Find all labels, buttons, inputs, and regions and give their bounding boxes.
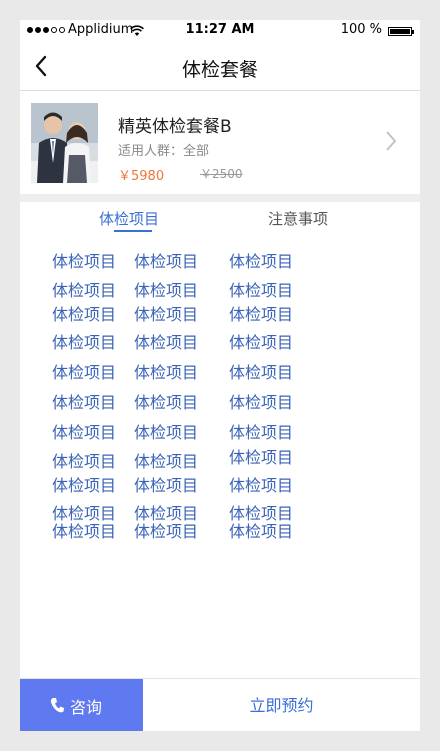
checkup-item: 体检项目 bbox=[229, 281, 294, 300]
chevron-right-icon bbox=[386, 131, 397, 151]
checkup-item: 体检项目 bbox=[52, 393, 117, 412]
checkup-item: 体检项目 bbox=[134, 452, 199, 471]
battery-percentage: 100 % bbox=[340, 22, 382, 37]
product-photo bbox=[31, 103, 98, 183]
checkup-item: 体检项目 bbox=[52, 452, 117, 471]
checkup-item: 体检项目 bbox=[134, 476, 199, 495]
checkup-item: 体检项目 bbox=[134, 522, 199, 541]
applicable-group: 适用人群：全部 bbox=[118, 144, 210, 159]
original-price: ￥2500 bbox=[200, 167, 243, 181]
checkup-item: 体检项目 bbox=[229, 423, 294, 442]
checkup-item: 体检项目 bbox=[134, 393, 199, 412]
phone-screen: Applidium 11:27 AM 100 % 体检套餐 精英体检套餐B 适用… bbox=[20, 20, 420, 731]
checkup-item: 体检项目 bbox=[52, 252, 117, 271]
status-bar: Applidium 11:27 AM 100 % bbox=[20, 20, 420, 42]
checkup-item: 体检项目 bbox=[134, 423, 199, 442]
checkup-item: 体检项目 bbox=[134, 281, 199, 300]
current-price: ￥5980 bbox=[118, 169, 165, 184]
checkup-item: 体检项目 bbox=[229, 476, 294, 495]
checkup-item: 体检项目 bbox=[52, 522, 117, 541]
checkup-item: 体检项目 bbox=[229, 363, 294, 382]
checkup-item: 体检项目 bbox=[52, 476, 117, 495]
tab-checkup-items[interactable]: 体检项目 bbox=[99, 208, 159, 229]
checkup-item: 体检项目 bbox=[134, 305, 199, 324]
book-now-button[interactable]: 立即预约 bbox=[143, 679, 420, 731]
bottom-action-bar: 咨询 立即预约 bbox=[20, 678, 420, 731]
product-name: 精英体检套餐B bbox=[118, 117, 232, 137]
checkup-item: 体检项目 bbox=[52, 423, 117, 442]
phone-icon bbox=[50, 698, 64, 713]
checkup-item: 体检项目 bbox=[229, 333, 294, 352]
checkup-item: 体检项目 bbox=[229, 448, 294, 467]
consult-label: 咨询 bbox=[70, 698, 103, 717]
checkup-item: 体检项目 bbox=[229, 393, 294, 412]
tab-bar: 体检项目 注意事项 bbox=[20, 202, 420, 242]
checkup-item: 体检项目 bbox=[52, 281, 117, 300]
battery-icon bbox=[388, 27, 414, 36]
checkup-item: 体检项目 bbox=[134, 333, 199, 352]
checkup-item-list: 体检项目 体检项目 体检项目 体检项目 体检项目 体检项目 体检项目 体检项目 … bbox=[20, 242, 420, 678]
consult-button[interactable]: 咨询 bbox=[20, 679, 143, 731]
checkup-item: 体检项目 bbox=[52, 363, 117, 382]
section-divider bbox=[20, 194, 420, 202]
navigation-bar: 体检套餐 bbox=[20, 42, 420, 91]
checkup-item: 体检项目 bbox=[229, 305, 294, 324]
checkup-item: 体检项目 bbox=[52, 333, 117, 352]
active-tab-indicator bbox=[114, 230, 152, 232]
tab-precautions[interactable]: 注意事项 bbox=[268, 208, 328, 229]
checkup-item: 体检项目 bbox=[134, 252, 199, 271]
checkup-item: 体检项目 bbox=[229, 252, 294, 271]
page-title: 体检套餐 bbox=[181, 59, 258, 81]
product-card[interactable]: 精英体检套餐B 适用人群：全部 ￥5980 ￥2500 bbox=[20, 91, 420, 194]
checkup-item: 体检项目 bbox=[134, 363, 199, 382]
checkup-item: 体检项目 bbox=[229, 522, 294, 541]
checkup-item: 体检项目 bbox=[52, 305, 117, 324]
